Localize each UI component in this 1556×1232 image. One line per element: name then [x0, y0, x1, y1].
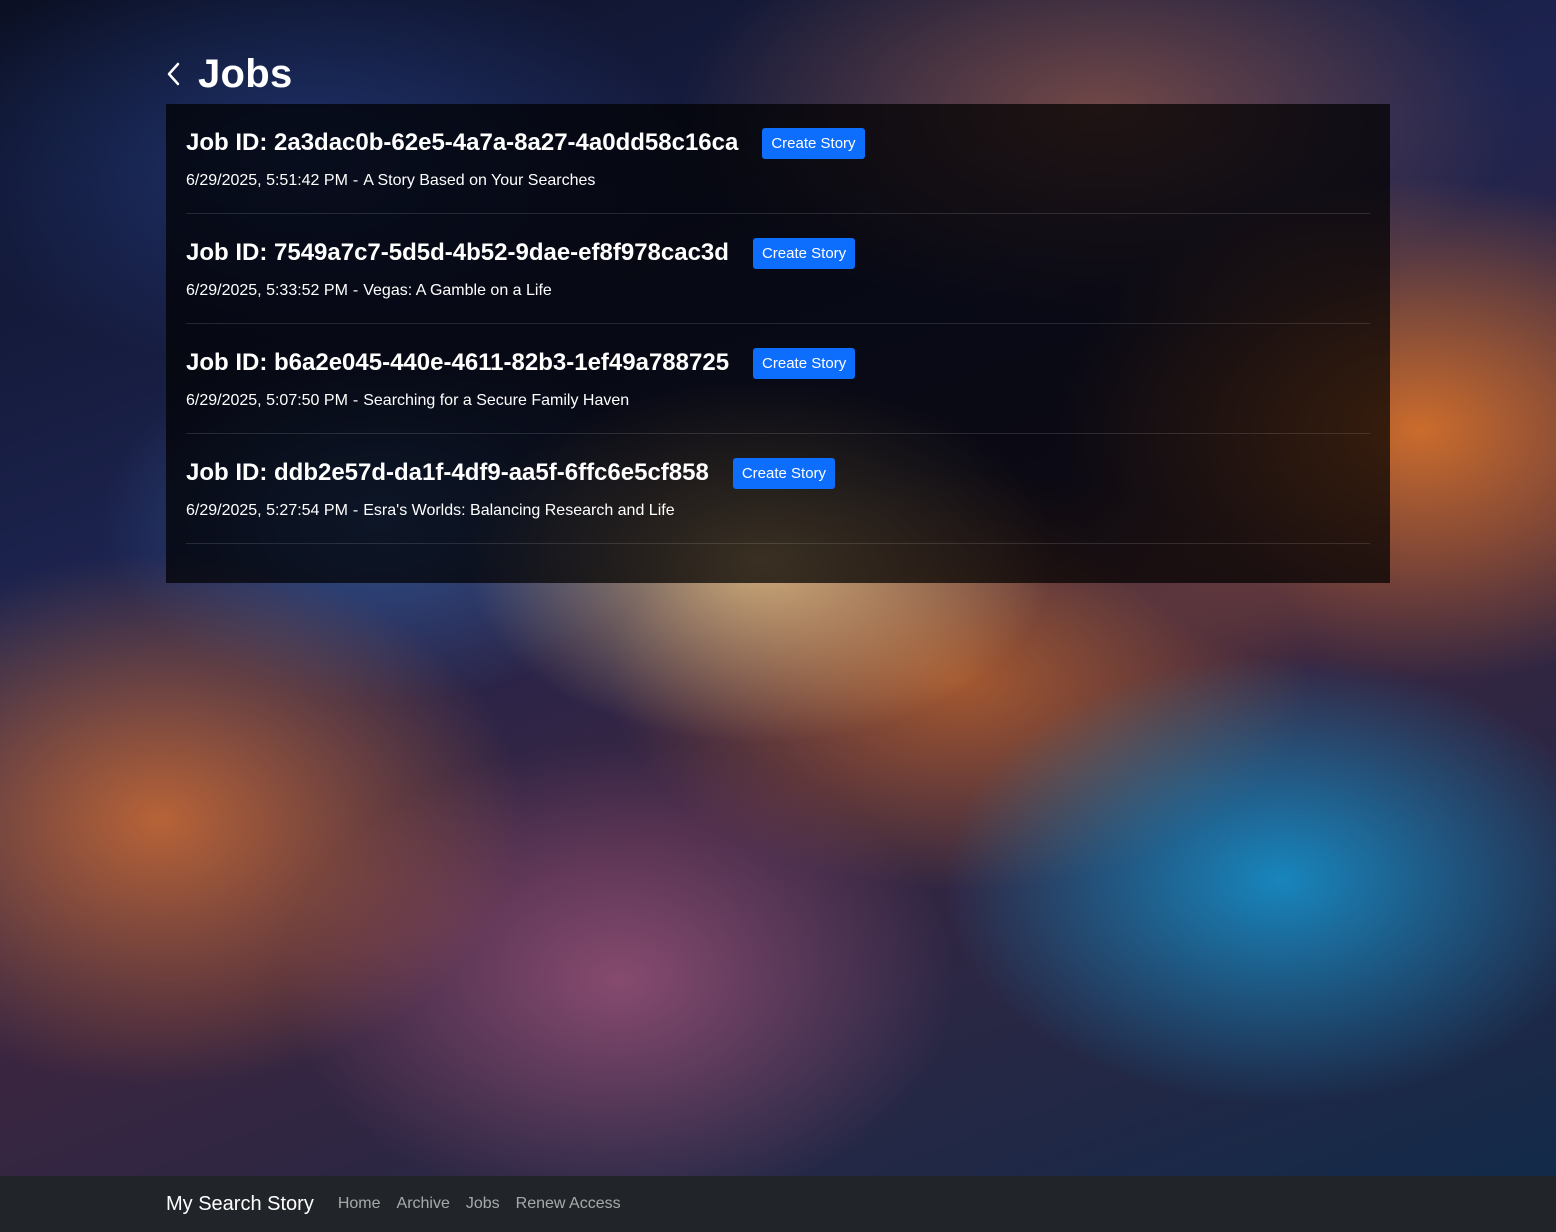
job-timestamp: 6/29/2025, 5:07:50 PM	[186, 392, 348, 409]
job-item: Job ID: b6a2e045-440e-4611-82b3-1ef49a78…	[186, 324, 1370, 434]
create-story-button[interactable]: Create Story	[762, 127, 865, 159]
meta-separator: -	[352, 502, 359, 519]
job-id-title: Job ID: b6a2e045-440e-4611-82b3-1ef49a78…	[186, 349, 730, 376]
job-meta: 6/29/2025, 5:33:52 PM - Vegas: A Gamble …	[186, 282, 1370, 300]
create-story-button[interactable]: Create Story	[752, 237, 856, 269]
job-story-title: A Story Based on Your Searches	[363, 172, 596, 189]
nav-link-jobs[interactable]: Jobs	[466, 1195, 500, 1213]
job-meta: 6/29/2025, 5:27:54 PM - Esra's Worlds: B…	[186, 502, 1370, 520]
job-item: Job ID: 2a3dac0b-62e5-4a7a-8a27-4a0dd58c…	[186, 104, 1370, 214]
create-story-button[interactable]: Create Story	[753, 347, 856, 379]
job-timestamp: 6/29/2025, 5:27:54 PM	[186, 502, 348, 519]
job-meta: 6/29/2025, 5:51:42 PM - A Story Based on…	[186, 172, 1370, 190]
job-id-title: Job ID: ddb2e57d-da1f-4df9-aa5f-6ffc6e5c…	[186, 459, 709, 486]
jobs-list: Job ID: 2a3dac0b-62e5-4a7a-8a27-4a0dd58c…	[166, 104, 1390, 583]
meta-separator: -	[352, 172, 359, 189]
job-timestamp: 6/29/2025, 5:51:42 PM	[186, 172, 348, 189]
job-story-title: Searching for a Secure Family Haven	[363, 392, 630, 409]
page-title: Jobs	[198, 51, 293, 96]
chevron-left-icon[interactable]	[166, 59, 188, 89]
job-item: Job ID: 7549a7c7-5d5d-4b52-9dae-ef8f978c…	[186, 214, 1370, 324]
job-timestamp: 6/29/2025, 5:33:52 PM	[186, 282, 348, 299]
create-story-button[interactable]: Create Story	[732, 457, 836, 489]
nav-link-home[interactable]: Home	[338, 1195, 381, 1213]
nav-link-renew-access[interactable]: Renew Access	[516, 1195, 621, 1213]
brand-link[interactable]: My Search Story	[166, 1193, 314, 1216]
nav-link-archive[interactable]: Archive	[397, 1195, 450, 1213]
job-id-title: Job ID: 2a3dac0b-62e5-4a7a-8a27-4a0dd58c…	[186, 129, 739, 156]
meta-separator: -	[352, 392, 359, 409]
footer-navbar: My Search Story Home Archive Jobs Renew …	[0, 1176, 1556, 1232]
page-header: Jobs	[166, 52, 293, 96]
job-story-title: Vegas: A Gamble on a Life	[363, 282, 552, 299]
job-meta: 6/29/2025, 5:07:50 PM - Searching for a …	[186, 392, 1370, 410]
job-id-title: Job ID: 7549a7c7-5d5d-4b52-9dae-ef8f978c…	[186, 239, 729, 266]
job-item: Job ID: ddb2e57d-da1f-4df9-aa5f-6ffc6e5c…	[186, 434, 1370, 544]
job-story-title: Esra's Worlds: Balancing Research and Li…	[363, 502, 675, 519]
meta-separator: -	[352, 282, 359, 299]
